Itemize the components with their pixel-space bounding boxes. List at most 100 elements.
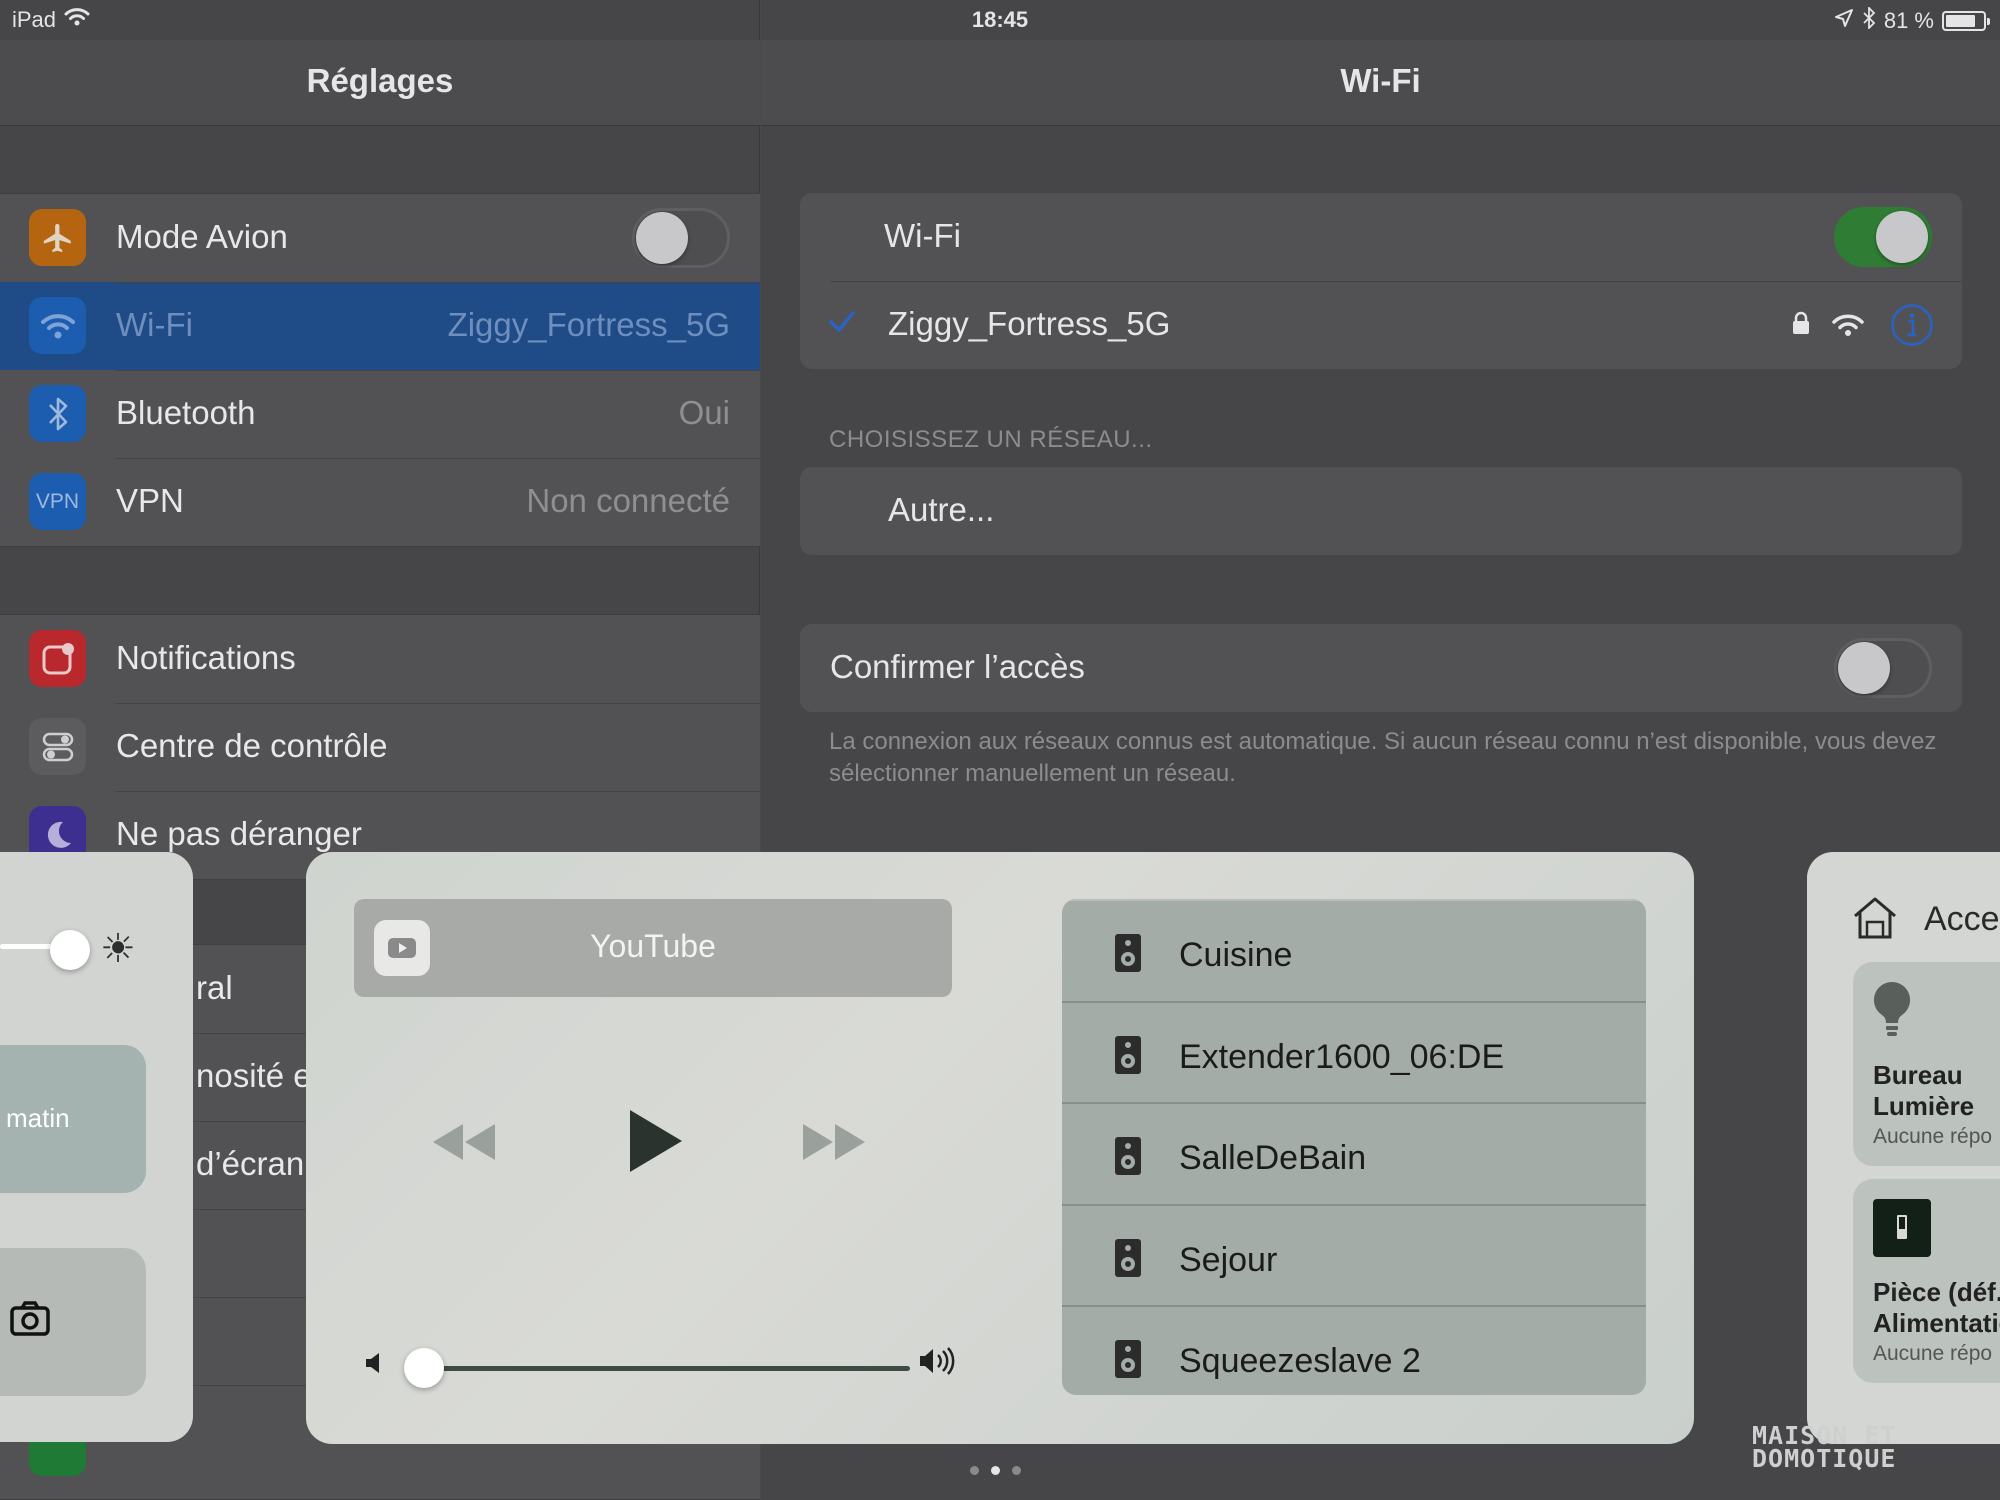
speaker-row[interactable]: SalleDeBain: [1062, 1102, 1646, 1204]
bluetooth-icon: [29, 385, 86, 442]
speaker-row[interactable]: Sejour: [1062, 1203, 1646, 1306]
confirm-access-row: Confirmer l’accès: [800, 624, 1962, 712]
sidebar-item-control-center[interactable]: Centre de contrôle: [0, 703, 760, 791]
sidebar-item-label: d’écran: [196, 1145, 305, 1182]
accessory-name: Pièce (déf. Alimentatio: [1873, 1277, 2000, 1338]
brightness-icon: ☀: [100, 927, 136, 971]
other-network-label: Autre...: [888, 491, 995, 528]
page-title: Wi-Fi: [1340, 62, 1421, 99]
sidebar-item-label: VPN: [116, 482, 184, 519]
volume-slider-track[interactable]: [424, 1366, 910, 1371]
accessory-status: Aucune répo: [1873, 1125, 1993, 1148]
control-center-icon: [29, 718, 86, 775]
speaker-icon: [1114, 1238, 1142, 1283]
speaker-name: Cuisine: [1179, 936, 1293, 974]
sidebar-item-value: Non connecté: [526, 482, 730, 519]
sidebar-item-label: Centre de contrôle: [116, 727, 388, 764]
home-accessory-tile[interactable]: Pièce (déf. Alimentatio Aucune répo: [1853, 1179, 2000, 1383]
sidebar-item-vpn[interactable]: VPN VPN Non connecté: [0, 458, 760, 546]
speaker-row[interactable]: Extender1600_06:DE: [1062, 1000, 1646, 1103]
other-network-row[interactable]: Autre...: [800, 467, 1962, 555]
sidebar-item-notifications[interactable]: Notifications: [0, 615, 760, 703]
wifi-toggle[interactable]: [1834, 207, 1932, 267]
speaker-name: Squeezeslave 2: [1179, 1342, 1421, 1381]
control-center-home-panel: Acce Bureau Lumière Aucune répo Pièce (d…: [1807, 852, 2000, 1444]
speaker-icon: [1114, 1136, 1142, 1181]
location-icon: [1834, 8, 1854, 34]
auto-join-footnote: La connexion aux réseaux connus est auto…: [829, 728, 1937, 787]
watermark-logo: MAISON ET DOMOTIQUE: [1752, 1423, 1962, 1473]
control-center-settings-panel: ☀ matin: [0, 852, 193, 1442]
other-network-card: Autre...: [800, 467, 1962, 555]
sidebar-item-label: ral: [196, 969, 233, 1006]
page-dot[interactable]: [970, 1466, 979, 1475]
speaker-icon: [1114, 933, 1142, 978]
fast-forward-button[interactable]: [801, 1122, 867, 1167]
speaker-row[interactable]: Cuisine: [1062, 899, 1646, 1001]
sidebar-item-value: Ziggy_Fortress_5G: [447, 306, 730, 343]
outlet-icon: [1871, 1197, 1933, 1264]
speaker-name: SalleDeBain: [1179, 1139, 1367, 1178]
sidebar-item-label: Mode Avion: [116, 218, 288, 255]
confirm-access-toggle[interactable]: [1834, 638, 1932, 698]
lock-icon: [1792, 311, 1810, 340]
speaker-name: Sejour: [1179, 1240, 1278, 1279]
accessory-name: Bureau Lumière: [1873, 1060, 1975, 1121]
wifi-card: Wi-Fi Ziggy_Fortress_5G: [800, 193, 1962, 369]
airplane-icon: [29, 209, 86, 266]
sidebar-item-bluetooth[interactable]: Bluetooth Oui: [0, 370, 760, 458]
network-row-connected[interactable]: Ziggy_Fortress_5G: [800, 281, 1962, 369]
home-header-label: Acce: [1924, 900, 2000, 938]
now-playing-source[interactable]: YouTube: [354, 899, 952, 997]
confirm-access-label: Confirmer l’accès: [830, 648, 1085, 685]
info-icon[interactable]: [1890, 303, 1934, 352]
night-shift-button[interactable]: matin: [0, 1045, 146, 1193]
sidebar-item-label: Notifications: [116, 639, 296, 676]
settings-group-connectivity: Mode Avion Wi-Fi Ziggy_Fortress_5G Bluet…: [0, 193, 760, 547]
network-name: Ziggy_Fortress_5G: [888, 305, 1171, 342]
battery-percentage: 81 %: [1883, 8, 1934, 33]
wifi-toggle-row: Wi-Fi: [800, 193, 1962, 281]
volume-low-icon: [364, 1350, 388, 1381]
night-shift-label: matin: [6, 1103, 70, 1133]
airplay-speaker-list: Cuisine Extender1600_06:DE SalleDeBain Sejo…: [1062, 899, 1646, 1395]
sidebar-item-wifi[interactable]: Wi-Fi Ziggy_Fortress_5G: [0, 282, 760, 370]
watermark-line-2: DOMOTIQUE: [1752, 1444, 1897, 1473]
bluetooth-status-icon: [1862, 5, 1876, 35]
camera-button[interactable]: [0, 1248, 146, 1396]
page-dot[interactable]: [1012, 1466, 1021, 1475]
home-accessory-tile[interactable]: Bureau Lumière Aucune répo: [1853, 962, 2000, 1166]
confirm-access-card: Confirmer l’accès: [800, 624, 1962, 712]
vpn-icon: VPN: [29, 473, 86, 530]
wifi-nav-bar: Wi-Fi: [761, 40, 2000, 126]
clock: 18:45: [971, 7, 1029, 32]
volume-slider-knob[interactable]: [404, 1348, 444, 1388]
brightness-slider-knob[interactable]: [50, 930, 90, 970]
control-center-media-panel: YouTube Cuisine Extender1600_06:DE SalleDe…: [306, 852, 1694, 1444]
lightbulb-icon: [1871, 980, 1913, 1045]
sidebar-item-value: Oui: [678, 394, 730, 431]
choose-network-header: CHOISISSEZ UN RÉSEAU...: [829, 426, 1153, 453]
rewind-button[interactable]: [431, 1122, 497, 1167]
speaker-name: Extender1600_06:DE: [1179, 1037, 1505, 1076]
speaker-icon: [1114, 1339, 1142, 1384]
speaker-row[interactable]: Squeezeslave 2: [1062, 1305, 1646, 1395]
wifi-label: Wi-Fi: [884, 217, 961, 254]
page-dot[interactable]: [991, 1466, 1000, 1475]
wifi-icon: [29, 297, 86, 354]
source-label: YouTube: [590, 928, 716, 964]
sidebar-item-label: Bluetooth: [116, 394, 256, 431]
wifi-signal-icon: [1832, 313, 1864, 342]
play-button[interactable]: [626, 1108, 686, 1179]
accessory-status: Aucune répo: [1873, 1342, 1993, 1365]
sidebar-item-label: nosité e: [196, 1057, 312, 1094]
control-center-page-indicator[interactable]: [970, 1466, 1021, 1475]
page-title: Réglages: [306, 62, 454, 99]
home-icon: [1851, 896, 1899, 945]
checkmark-icon: [828, 309, 856, 340]
sidebar-item-label: Wi-Fi: [116, 306, 193, 343]
airplane-mode-toggle[interactable]: [632, 208, 730, 268]
sidebar-item-airplane-mode[interactable]: Mode Avion: [0, 194, 760, 282]
settings-nav-bar: Réglages: [0, 40, 760, 126]
settings-group-system: Notifications Centre de contrôle Ne pas …: [0, 614, 760, 880]
